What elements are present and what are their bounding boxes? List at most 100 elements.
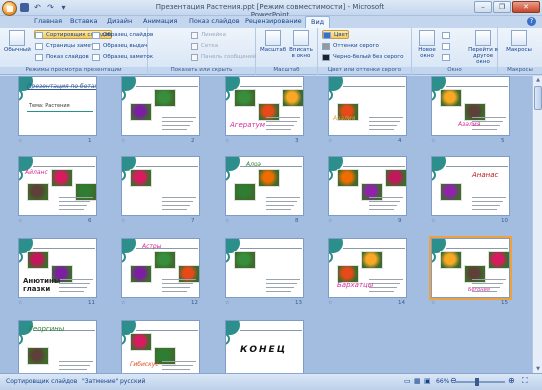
transition-icon[interactable]: ☆ [225, 138, 229, 144]
sorter-view-status-icon[interactable]: ▦ [414, 377, 421, 385]
slide-master-button[interactable]: Образец слайдов [92, 31, 153, 40]
cascade-icon[interactable] [442, 42, 453, 51]
slide-thumbnail[interactable]: Гибискус [121, 320, 200, 373]
scroll-down-icon[interactable]: ▼ [534, 365, 542, 373]
redo-icon[interactable]: ↷ [46, 3, 55, 12]
switch-window-button[interactable]: Перейти в другое окно [468, 30, 498, 65]
body-text-line [266, 279, 300, 280]
slide-number: 12 [191, 300, 198, 306]
slide-title: Бегония [468, 287, 490, 293]
slide-thumbnail[interactable]: Азалия [431, 76, 510, 136]
zoom-level[interactable]: 66% [436, 378, 449, 385]
slide-title: Астры [142, 243, 162, 250]
ruler-checkbox[interactable]: Линейка [190, 31, 226, 40]
transition-icon[interactable]: ☆ [225, 300, 229, 306]
transition-icon[interactable]: ☆ [225, 218, 229, 224]
move-split-icon[interactable] [442, 53, 453, 62]
transition-icon[interactable]: ☆ [328, 300, 332, 306]
slide-thumbnail[interactable]: Презентация по ботанике Тема: Растения [18, 76, 97, 136]
slide-thumbnail[interactable]: Агератум [225, 76, 304, 136]
status-language[interactable]: русский [120, 378, 145, 385]
tab-review[interactable]: Рецензирование [245, 17, 302, 25]
transition-icon[interactable]: ☆ [121, 300, 125, 306]
normal-view-status-icon[interactable]: ▭ [404, 377, 411, 385]
transition-icon[interactable]: ☆ [431, 218, 435, 224]
office-button[interactable] [2, 1, 17, 16]
slideshow-button[interactable]: Показ слайдов [35, 53, 89, 62]
body-text-line [369, 117, 403, 118]
transition-icon[interactable]: ☆ [431, 300, 435, 306]
quick-access-toolbar: ↶ ↷ ▾ [20, 3, 68, 12]
fit-window-icon [293, 30, 309, 46]
transition-icon[interactable]: ☆ [121, 218, 125, 224]
zoom-in-icon[interactable]: ⊕ [508, 376, 515, 385]
slide-thumbnail[interactable]: Айланс [18, 156, 97, 216]
body-text-line [59, 369, 87, 370]
zoom-button[interactable]: Масштаб [260, 30, 286, 53]
grid-checkbox[interactable]: Сетка [190, 42, 218, 51]
slide-thumbnail[interactable]: Георгины [18, 320, 97, 373]
switch-window-icon [475, 30, 491, 46]
slide-title: Алоэ [246, 161, 261, 168]
slide-thumbnail[interactable]: Алоэ [225, 156, 304, 216]
tab-animation[interactable]: Анимация [143, 17, 177, 25]
slide-thumbnail[interactable]: Бархатцы [328, 238, 407, 298]
fit-slide-icon[interactable]: ⛶ [522, 376, 528, 386]
zoom-slider[interactable] [455, 378, 505, 386]
tab-home[interactable]: Главная [34, 17, 62, 25]
black-white-button[interactable]: Черно-белый без серого [322, 53, 404, 62]
color-button[interactable]: Цвет [322, 30, 350, 39]
close-button[interactable]: ✕ [512, 1, 540, 13]
fit-window-button[interactable]: Вписать в окно [288, 30, 314, 59]
save-icon[interactable] [20, 3, 29, 12]
transition-icon[interactable]: ☆ [18, 138, 22, 144]
tab-slideshow[interactable]: Показ слайдов [189, 17, 240, 25]
macros-button[interactable]: Макросы [504, 30, 534, 53]
slide-thumbnail[interactable]: КОНЕЦ [225, 320, 304, 373]
tab-view[interactable]: Вид [305, 16, 331, 28]
body-text-line [266, 205, 294, 206]
maximize-button[interactable]: ❐ [493, 1, 511, 13]
body-text-line [162, 369, 190, 370]
slide-thumbnail[interactable]: Бегония [429, 236, 512, 300]
transition-icon[interactable]: ☆ [121, 138, 125, 144]
help-icon[interactable]: ? [527, 17, 536, 26]
slide-thumbnail[interactable] [225, 238, 304, 298]
transition-icon[interactable]: ☆ [431, 138, 435, 144]
grayscale-button[interactable]: Оттенки серого [322, 42, 379, 51]
slide-number: 14 [398, 300, 405, 306]
handout-master-button[interactable]: Образец выдач [92, 42, 147, 51]
scroll-thumb[interactable] [534, 86, 542, 110]
notes-page-button[interactable]: Страницы заметок [35, 42, 101, 51]
transition-icon[interactable]: ☆ [18, 218, 22, 224]
slide-thumbnail[interactable] [328, 156, 407, 216]
scroll-up-icon[interactable]: ▲ [534, 76, 542, 84]
slide-thumbnail[interactable] [121, 76, 200, 136]
slide-title: Азалия [458, 121, 481, 128]
slide-decor-arc [329, 239, 343, 253]
normal-view-button[interactable]: Обычный [4, 30, 31, 53]
flower-photo [464, 265, 486, 283]
slide-thumbnail[interactable]: Азалия [328, 76, 407, 136]
slide-number: 8 [295, 218, 299, 224]
body-text-line [59, 287, 87, 288]
transition-icon[interactable]: ☆ [328, 138, 332, 144]
transition-icon[interactable]: ☆ [328, 218, 332, 224]
flower-photo [51, 169, 73, 187]
arrange-all-icon[interactable] [442, 31, 453, 40]
minimize-button[interactable]: – [474, 1, 492, 13]
notes-master-button[interactable]: Образец заметок [92, 53, 153, 62]
slide-thumbnail[interactable]: Анютины глазки [18, 238, 97, 298]
slide-thumbnail[interactable] [121, 156, 200, 216]
slide-thumbnail[interactable]: Астры [121, 238, 200, 298]
transition-icon[interactable]: ☆ [18, 300, 22, 306]
tab-design[interactable]: Дизайн [107, 17, 132, 25]
tab-insert[interactable]: Вставка [70, 17, 98, 25]
message-bar-checkbox[interactable]: Панель сообщений [190, 53, 256, 62]
undo-icon[interactable]: ↶ [33, 3, 42, 12]
slideshow-status-icon[interactable]: ▣ [424, 377, 431, 385]
new-window-button[interactable]: Новое окно [414, 30, 440, 59]
customize-qat-icon[interactable]: ▾ [59, 3, 68, 12]
slide-thumbnail[interactable]: Ананас [431, 156, 510, 216]
vertical-scrollbar[interactable]: ▲ ▼ [532, 76, 542, 373]
